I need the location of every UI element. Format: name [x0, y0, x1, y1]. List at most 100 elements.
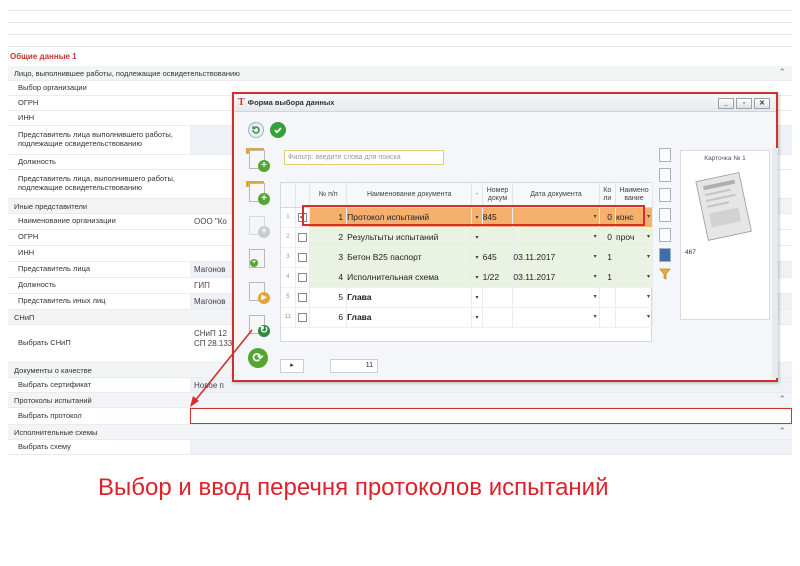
add-chapter-icon[interactable]: + — [246, 148, 270, 172]
document-qty[interactable]: 0 — [599, 207, 616, 228]
collapse-icon[interactable]: ⌃ — [778, 394, 786, 405]
document-name[interactable]: Глава — [346, 307, 473, 328]
document-name[interactable]: Глава — [346, 287, 473, 308]
minimize-button[interactable]: _ — [718, 98, 734, 109]
document-number[interactable]: 645 — [482, 247, 514, 268]
protocol-field[interactable] — [190, 408, 792, 424]
column-header[interactable]: Ко ли — [599, 183, 616, 208]
column-header[interactable]: Номер докум — [482, 183, 514, 208]
document-qty[interactable]: 1 — [599, 247, 616, 268]
dropdown-arrow-icon[interactable]: ▾ — [471, 207, 483, 228]
document-qty[interactable]: 0 — [599, 227, 616, 248]
link-document-icon[interactable]: ↻ — [246, 313, 270, 337]
document-name[interactable]: Протокол испытаний — [346, 207, 473, 228]
dropdown-arrow-icon[interactable]: ▾ — [594, 293, 597, 300]
checkbox-icon[interactable] — [298, 313, 308, 323]
collapse-icon[interactable]: ⌃ — [778, 67, 786, 78]
confirm-check-icon[interactable] — [270, 122, 286, 138]
document-unit[interactable]: конс ▾ — [615, 207, 654, 228]
dropdown-arrow-icon[interactable]: ▾ — [647, 293, 650, 300]
dropdown-arrow-icon[interactable]: ▾ — [594, 213, 597, 220]
checkbox-icon[interactable] — [298, 233, 308, 243]
document-unit[interactable]: ▾ — [615, 307, 654, 328]
dropdown-arrow-icon[interactable]: ▾ — [471, 247, 483, 268]
doc-settings-icon[interactable] — [659, 248, 671, 262]
doc-print-icon[interactable] — [659, 228, 671, 242]
dropdown-arrow-icon[interactable]: ▾ — [471, 267, 483, 288]
document-name[interactable]: Исполнительная схема — [346, 267, 473, 288]
table-row[interactable]: 11 6 Глава ▾ ▾ ▾ — [281, 307, 654, 328]
document-number[interactable]: 1/22 — [482, 267, 514, 288]
checkbox-icon[interactable] — [298, 293, 308, 303]
document-qty[interactable] — [599, 307, 616, 328]
add-document-icon[interactable]: + — [246, 247, 270, 271]
dropdown-arrow-icon[interactable]: ▾ — [594, 273, 597, 280]
row-checkbox[interactable] — [295, 307, 311, 328]
column-header[interactable]: Наимено вание — [615, 183, 654, 208]
close-button[interactable]: ✕ — [754, 98, 770, 109]
dialog-scrollbar[interactable] — [772, 148, 778, 378]
doc-search-icon[interactable] — [659, 168, 671, 182]
add-subchapter-icon[interactable]: + — [246, 181, 270, 205]
collapse-icon[interactable]: ⌃ — [778, 426, 786, 437]
table-row[interactable]: 2 2 Результыты испытаний ▾ ▾ 0 проч ▾ — [281, 227, 654, 248]
checkbox-icon[interactable] — [298, 273, 308, 283]
filter-funnel-icon[interactable] — [659, 268, 671, 282]
column-header[interactable]: Дата документа — [512, 183, 600, 208]
column-header[interactable]: Наименование документа — [346, 183, 473, 208]
pager-nav-button[interactable]: ▸ — [280, 359, 304, 373]
document-unit[interactable]: проч ▾ — [615, 227, 654, 248]
document-unit[interactable]: ▾ — [615, 247, 654, 268]
document-date[interactable]: 03.11.2017 ▾ — [512, 267, 600, 288]
column-header[interactable]: № п/п — [309, 183, 348, 208]
dropdown-arrow-icon[interactable]: ▾ — [647, 313, 650, 320]
dropdown-arrow-icon[interactable]: ▾ — [647, 253, 650, 260]
category-row[interactable]: Протоколы испытаний ⌃ — [8, 393, 792, 408]
filter-input[interactable]: Фильтр: введите слова для поиска — [284, 150, 444, 165]
row-checkbox[interactable] — [295, 207, 311, 228]
doc-search-icon[interactable] — [659, 188, 671, 202]
document-unit[interactable]: ▾ — [615, 287, 654, 308]
dropdown-arrow-icon[interactable]: ▾ — [594, 313, 597, 320]
document-date[interactable]: ▾ — [512, 207, 600, 228]
document-qty[interactable]: 1 — [599, 267, 616, 288]
table-row[interactable]: 11Протокол испытаний▾845▾0конс▾ — [281, 207, 654, 228]
dropdown-arrow-icon[interactable]: ▾ — [647, 273, 650, 280]
document-number[interactable] — [482, 227, 514, 248]
copy-document-icon[interactable]: ▸ — [246, 280, 270, 304]
dropdown-arrow-icon[interactable]: ▾ — [594, 253, 597, 260]
document-date[interactable]: 03.11.2017 ▾ — [512, 247, 600, 268]
table-row[interactable]: 5 5 Глава ▾ ▾ ▾ — [281, 287, 654, 308]
dropdown-arrow-icon[interactable]: ▾ — [594, 233, 597, 240]
dialog-titlebar[interactable]: T Форма выбора данных _ ▫ ✕ — [234, 94, 776, 112]
document-number[interactable] — [482, 287, 514, 308]
document-qty[interactable] — [599, 287, 616, 308]
document-unit[interactable]: ▾ — [615, 267, 654, 288]
category-row[interactable]: Лицо, выполнившее работы, подлежащие осв… — [8, 66, 792, 81]
table-row[interactable]: 3 3 Бетон В25 паспорт ▾ 645 03.11.2017 ▾ 1 ▾ — [281, 247, 654, 268]
column-header[interactable]: - — [471, 183, 483, 208]
add-disabled-icon[interactable]: + — [246, 214, 270, 238]
table-row[interactable]: 4 4 Исполнительная схема ▾ 1/22 03.11.2017 ▾ 1 ▾ — [281, 267, 654, 288]
dropdown-arrow-icon[interactable]: ▾ — [471, 287, 483, 308]
row-checkbox[interactable] — [295, 227, 311, 248]
document-name[interactable]: Бетон В25 паспорт — [346, 247, 473, 268]
document-date[interactable]: ▾ — [512, 307, 600, 328]
checkbox-icon[interactable] — [298, 211, 308, 223]
doc-view-icon[interactable] — [659, 148, 671, 162]
document-date[interactable]: ▾ — [512, 227, 600, 248]
document-name[interactable]: Результыты испытаний — [346, 227, 473, 248]
dropdown-arrow-icon[interactable]: ▾ — [471, 227, 483, 248]
row-checkbox[interactable] — [295, 267, 311, 288]
refresh-icon[interactable] — [248, 122, 264, 138]
dropdown-arrow-icon[interactable]: ▾ — [647, 213, 650, 220]
row-checkbox[interactable] — [295, 247, 311, 268]
document-number[interactable]: 845 — [482, 207, 514, 228]
checkbox-icon[interactable] — [298, 253, 308, 263]
sync-icon[interactable]: ⟳ — [246, 346, 270, 370]
document-number[interactable] — [482, 307, 514, 328]
category-row[interactable]: Исполнительные схемы ⌃ — [8, 425, 792, 440]
document-date[interactable]: ▾ — [512, 287, 600, 308]
row-checkbox[interactable] — [295, 287, 311, 308]
doc-attach-icon[interactable] — [659, 208, 671, 222]
